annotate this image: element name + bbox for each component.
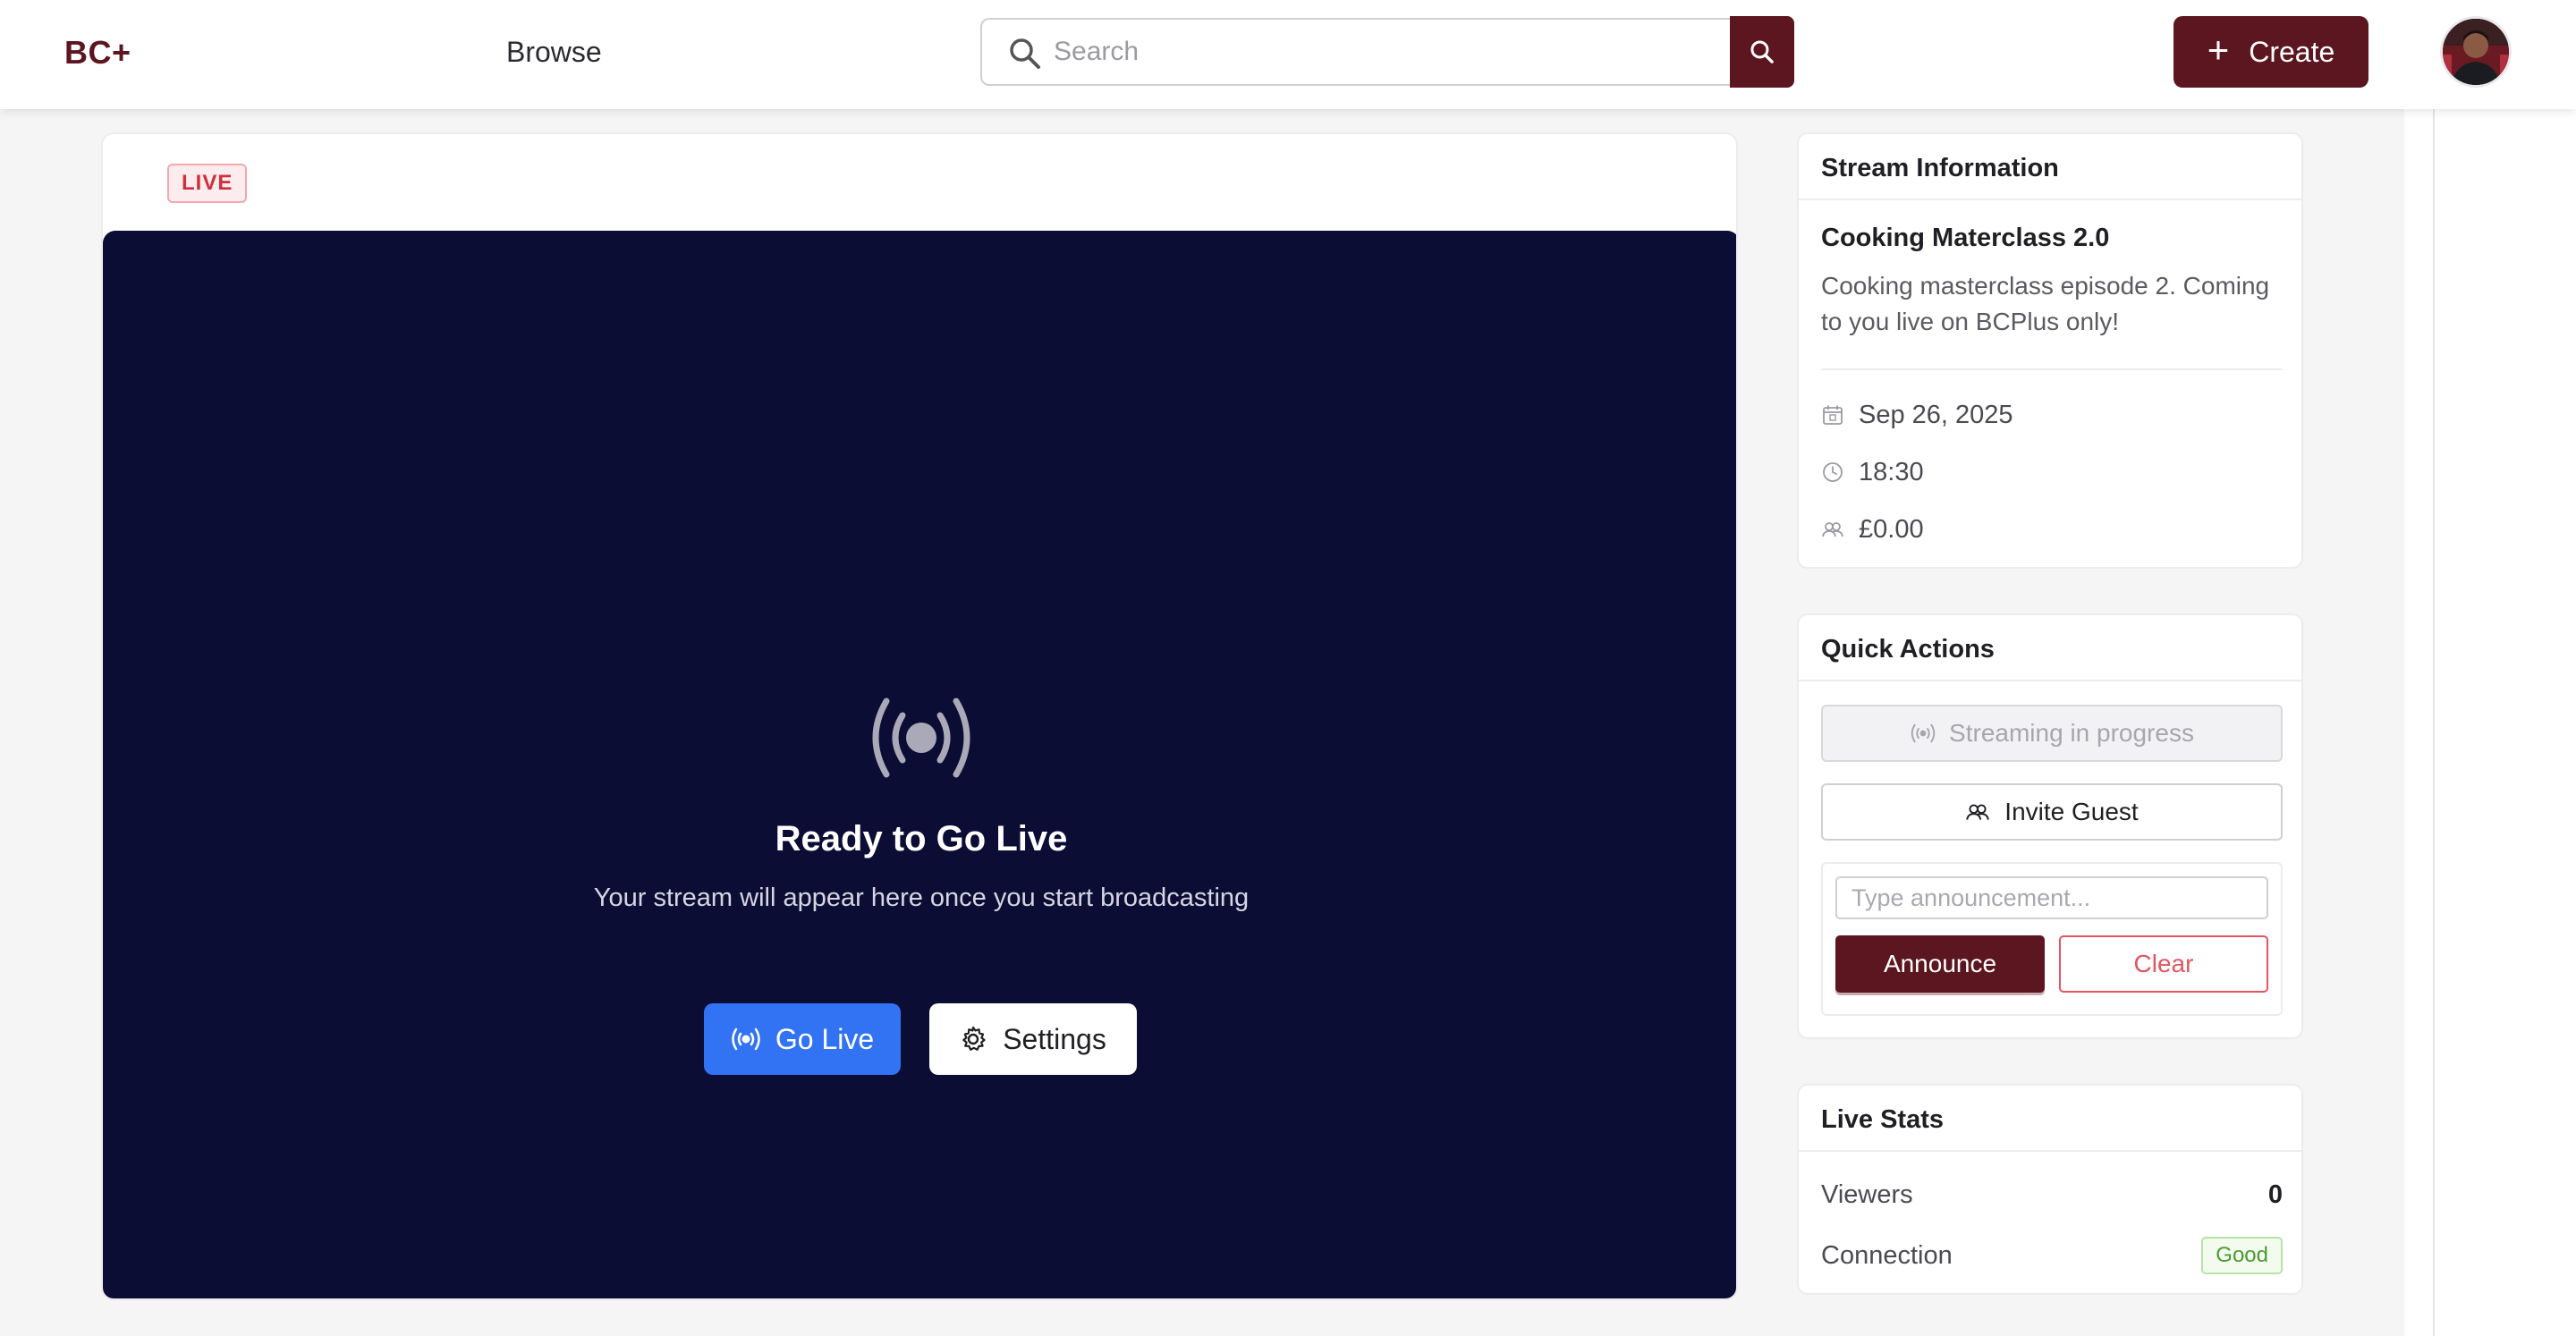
stream-information-card: Stream Information Cooking Materclass 2.… xyxy=(1797,132,2303,569)
ready-title: Ready to Go Live xyxy=(775,819,1068,858)
card-heading: Quick Actions xyxy=(1799,615,2301,681)
avatar-image xyxy=(2443,19,2509,85)
stream-time: 18:30 xyxy=(1859,457,1924,486)
search-icon xyxy=(1010,38,1040,69)
settings-button[interactable]: Settings xyxy=(929,1003,1137,1075)
create-label: Create xyxy=(2249,35,2335,68)
streaming-status-button[interactable]: Streaming in progress xyxy=(1821,705,2283,762)
create-button[interactable]: + Create xyxy=(2174,16,2368,88)
announcement-panel: Announce Clear xyxy=(1821,862,2283,1016)
users-icon xyxy=(1966,804,1990,820)
video-preview: Ready to Go Live Your stream will appear… xyxy=(103,231,1736,1298)
connection-status-badge: Good xyxy=(2201,1237,2283,1274)
right-rail xyxy=(2404,109,2576,1336)
clear-button[interactable]: Clear xyxy=(2059,935,2268,993)
viewers-row: Viewers 0 xyxy=(1821,1177,2283,1213)
invite-guest-button[interactable]: Invite Guest xyxy=(1821,783,2283,841)
nav-browse-link[interactable]: Browse xyxy=(506,36,602,69)
streaming-status-label: Streaming in progress xyxy=(1949,719,2194,747)
settings-label: Settings xyxy=(1003,1022,1106,1055)
gear-icon xyxy=(962,1026,986,1051)
card-heading: Live Stats xyxy=(1799,1086,2301,1152)
plus-icon: + xyxy=(2207,29,2230,71)
stream-date: Sep 26, 2025 xyxy=(1859,400,2013,429)
broadcast-icon xyxy=(1911,723,1936,743)
quick-actions-card: Quick Actions Streaming in progress Invi… xyxy=(1797,613,2303,1039)
broadcast-icon xyxy=(872,698,970,778)
announce-button[interactable]: Announce xyxy=(1835,935,2045,993)
connection-row: Connection Good xyxy=(1821,1237,2283,1274)
viewers-count: 0 xyxy=(2267,1180,2283,1209)
rail-divider xyxy=(2433,109,2435,1336)
stream-title: Cooking Materclass 2.0 xyxy=(1821,224,2110,252)
card-heading: Stream Information xyxy=(1799,134,2301,200)
live-stats-card: Live Stats Viewers 0 Connection Good xyxy=(1797,1084,2303,1295)
announcement-input[interactable] xyxy=(1835,876,2268,919)
users-icon xyxy=(1822,522,1843,537)
stream-date-row: Sep 26, 2025 xyxy=(1821,399,2013,431)
stream-panel: LIVE Ready to Go Live Your stream will a… xyxy=(101,132,1738,1300)
live-status-badge: LIVE xyxy=(167,164,248,203)
go-live-label: Go Live xyxy=(775,1022,875,1055)
calendar-icon xyxy=(1823,405,1843,425)
invite-guest-label: Invite Guest xyxy=(2004,798,2139,825)
connection-label: Connection xyxy=(1821,1240,1953,1270)
clock-icon xyxy=(1823,462,1843,482)
user-avatar[interactable] xyxy=(2440,16,2512,88)
search-icon xyxy=(1750,40,1774,63)
viewers-label: Viewers xyxy=(1821,1180,1913,1209)
top-navbar: BC+ Browse + Create xyxy=(0,0,2576,109)
stream-price: £0.00 xyxy=(1859,514,1924,544)
stream-time-row: 18:30 xyxy=(1821,456,1924,488)
search-input[interactable] xyxy=(1054,32,1680,72)
divider xyxy=(1821,368,2283,370)
broadcast-icon xyxy=(732,1027,760,1051)
stream-description: Cooking masterclass episode 2. Coming to… xyxy=(1821,272,2270,335)
go-live-button[interactable]: Go Live xyxy=(704,1003,901,1075)
search-button[interactable] xyxy=(1730,16,1794,88)
ready-subtitle: Your stream will appear here once you st… xyxy=(593,884,1250,912)
brand-logo[interactable]: BC+ xyxy=(64,34,131,72)
stream-price-row: £0.00 xyxy=(1821,513,1924,545)
search-bar xyxy=(980,18,1733,86)
